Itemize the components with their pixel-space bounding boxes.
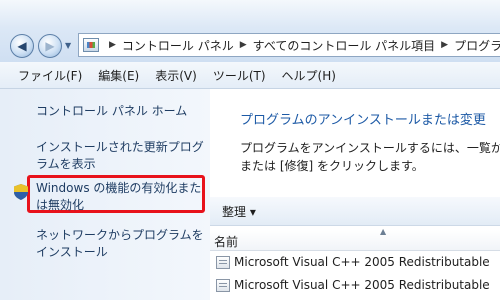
forward-button[interactable]: ▶ [38, 34, 62, 58]
menu-bar: ファイル(F) 編集(E) 表示(V) ツール(T) ヘルプ(H) [0, 62, 500, 89]
sidebar-link-installed-updates[interactable]: インストールされた更新プログラムを表示 [36, 139, 208, 173]
breadcrumb-all-items[interactable]: すべてのコントロール パネル項目 [253, 37, 436, 54]
sidebar-link-install-from-network[interactable]: ネットワークからプログラムをインストール [36, 227, 208, 261]
program-name: Microsoft Visual C++ 2005 Redistributabl… [234, 278, 490, 292]
back-arrow-icon: ◀ [17, 39, 27, 53]
program-list-item[interactable]: Microsoft Visual C++ 2005 Redistributabl… [210, 275, 500, 297]
uac-shield-icon [14, 184, 28, 200]
page-title: プログラムのアンインストールまたは変更 [240, 113, 486, 128]
sidebar-link-windows-features[interactable]: Windows の機能の有効化または無効化 [36, 180, 208, 214]
navigation-bar: ◀ ▶ ▼ ▶ コントロール パネル ▶ すべてのコントロール パネル項目 ▶ … [0, 0, 500, 62]
breadcrumb-separator-icon[interactable]: ▶ [109, 40, 116, 50]
menu-help[interactable]: ヘルプ(H) [274, 67, 344, 84]
organize-button[interactable]: 整理 ▾ [222, 203, 256, 220]
menu-edit[interactable]: 編集(E) [90, 67, 147, 84]
description-line: プログラムをアンインストールするには、一覧か [240, 141, 500, 155]
description-line: または [修復] をクリックします。 [240, 159, 424, 173]
forward-arrow-icon: ▶ [45, 39, 55, 53]
back-button[interactable]: ◀ [10, 34, 34, 58]
list-column-header: 名前 ▲ [210, 227, 500, 251]
menu-file[interactable]: ファイル(F) [0, 67, 90, 84]
menu-view[interactable]: 表示(V) [147, 67, 205, 84]
breadcrumb-programs[interactable]: プログラ [454, 37, 500, 54]
sidebar-link-control-panel-home[interactable]: コントロール パネル ホーム [36, 103, 208, 120]
command-bar: 整理 ▾ [210, 197, 500, 226]
program-list-item[interactable]: Microsoft Visual C++ 2005 Redistributabl… [210, 252, 500, 274]
page-description: プログラムをアンインストールするには、一覧か または [修復] をクリックします… [240, 139, 500, 175]
address-bar[interactable]: ▶ コントロール パネル ▶ すべてのコントロール パネル項目 ▶ プログラ [78, 33, 500, 57]
program-installer-icon [216, 256, 230, 269]
breadcrumb-separator-icon[interactable]: ▶ [240, 40, 247, 50]
breadcrumb-control-panel[interactable]: コントロール パネル [122, 37, 234, 54]
recent-pages-dropdown[interactable]: ▼ [65, 42, 73, 50]
control-panel-icon [83, 38, 99, 52]
program-installer-icon [216, 279, 230, 292]
breadcrumb-separator-icon[interactable]: ▶ [441, 40, 448, 50]
menu-tools[interactable]: ツール(T) [205, 67, 274, 84]
column-header-name[interactable]: 名前 [214, 233, 238, 250]
program-name: Microsoft Visual C++ 2005 Redistributabl… [234, 255, 490, 269]
sort-ascending-icon: ▲ [380, 227, 387, 236]
task-sidebar: コントロール パネル ホーム インストールされた更新プログラムを表示 Windo… [0, 89, 210, 300]
